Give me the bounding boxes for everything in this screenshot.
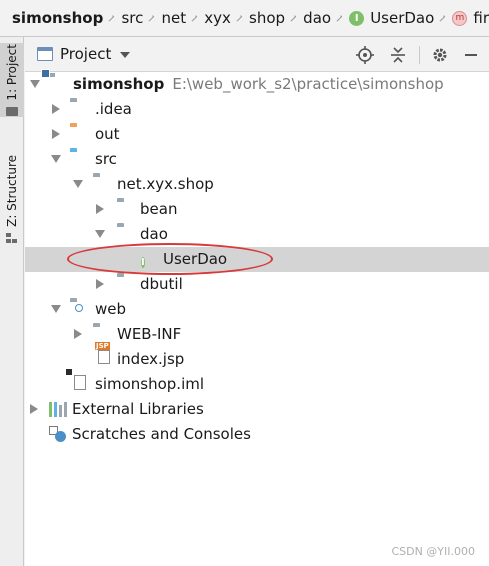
chevron-right-icon [108,14,115,22]
tab-structure-label: Z: Structure [5,155,19,227]
tab-project-label: 1: Project [5,44,19,101]
tree-label: out [95,125,120,143]
breadcrumb-item-simonshop[interactable]: simonshop [12,9,103,27]
breadcrumb-item-src[interactable]: src [121,9,143,27]
expand-arrow-icon[interactable] [96,204,104,214]
breadcrumb-item-xyx[interactable]: xyx [204,9,231,27]
breadcrumb-item-userdao[interactable]: I UserDao [349,9,434,27]
breadcrumb-item-dao[interactable]: dao [303,9,331,27]
tree-row-simonshop[interactable]: simonshop E:\web_work_s2\practice\simonsh… [25,72,489,97]
tree-row-iml[interactable]: simonshop.iml [25,369,489,397]
tree-row-external-libraries[interactable]: External Libraries [25,397,489,422]
method-icon: m [452,10,468,26]
minimize-icon[interactable] [461,45,481,65]
structure-icon [6,232,18,243]
chevron-right-icon [289,14,297,22]
tree-label: src [95,150,117,168]
tree-label: simonshop [73,75,165,93]
tree-label: Scratches and Consoles [72,425,251,443]
tree-row-idea[interactable]: .idea [25,97,489,122]
chevron-right-icon [190,14,198,22]
expand-arrow-icon[interactable] [30,404,38,414]
breadcrumb-item-label: fir [473,9,489,27]
collapse-all-icon[interactable] [388,45,408,65]
chevron-right-icon [335,14,343,22]
tree-row-userdao[interactable]: I UserDao [25,247,489,272]
tree-row-web[interactable]: web [25,297,489,322]
tree-row-scratches[interactable]: Scratches and Consoles [25,422,489,447]
expand-arrow-icon[interactable] [30,80,40,88]
tree-label: .idea [95,100,132,118]
chevron-right-icon [235,14,243,22]
tree-label: index.jsp [117,350,185,368]
tab-structure[interactable]: Z: Structure [0,149,24,249]
expand-arrow-icon[interactable] [51,155,61,163]
project-tree: simonshop E:\web_work_s2\practice\simonsh… [25,72,489,566]
watermark: CSDN @YII.000 [391,545,475,558]
locate-icon[interactable] [355,45,375,65]
tree-row-bean[interactable]: bean [25,197,489,222]
divider [419,46,420,64]
expand-arrow-icon[interactable] [74,329,82,339]
tree-label: WEB-INF [117,325,182,343]
tree-label: net.xyx.shop [117,175,214,193]
breadcrumb-item-label: UserDao [370,9,435,27]
tree-label: dbutil [140,275,183,293]
tree-label: bean [140,200,178,218]
tree-label: External Libraries [72,400,204,418]
tree-row-package[interactable]: net.xyx.shop [25,172,489,197]
tree-label: UserDao [163,250,228,268]
interface-icon: I [141,257,145,268]
breadcrumb-item-shop[interactable]: shop [249,9,285,27]
tree-row-out[interactable]: out [25,122,489,147]
expand-arrow-icon[interactable] [51,305,61,313]
chevron-right-icon [148,14,155,22]
project-view-icon [37,47,53,61]
expand-arrow-icon[interactable] [73,180,83,188]
expand-arrow-icon[interactable] [52,104,60,114]
project-path: E:\web_work_s2\practice\simonshop [172,75,444,93]
folder-icon [6,106,18,116]
expand-arrow-icon[interactable] [96,279,104,289]
tree-label: dao [140,225,168,243]
tree-row-index-jsp[interactable]: JSP index.jsp [25,342,489,372]
tree-row-dao[interactable]: dao [25,222,489,247]
library-icon [49,402,67,417]
project-panel-header: Project [25,37,489,72]
gear-icon[interactable] [430,45,450,65]
breadcrumb: simonshop src net xyx shop dao I UserDao… [0,0,489,37]
expand-arrow-icon[interactable] [95,230,105,238]
tree-row-src[interactable]: src [25,147,489,172]
expand-arrow-icon[interactable] [52,129,60,139]
tool-window-strip: 1: Project Z: Structure [0,37,24,566]
breadcrumb-item-method[interactable]: m fir [452,9,489,27]
tree-label: web [95,300,127,318]
panel-title[interactable]: Project [60,45,111,63]
interface-icon: I [349,10,365,26]
tab-project[interactable]: 1: Project [0,43,24,117]
chevron-right-icon [439,14,446,22]
tree-row-dbutil[interactable]: dbutil [25,272,489,297]
breadcrumb-item-net[interactable]: net [162,9,187,27]
tree-label: simonshop.iml [95,375,205,393]
chevron-down-icon[interactable] [120,52,131,58]
